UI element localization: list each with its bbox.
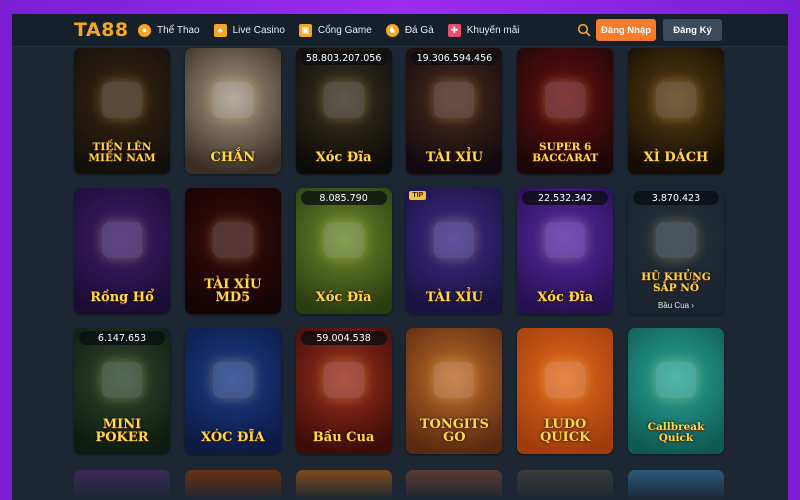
game-card-partial[interactable] (517, 470, 614, 500)
jackpot-counter: 3.870.423 (632, 191, 719, 205)
game-card[interactable]: Callbreak Quick (627, 328, 724, 454)
nav-label: Live Casino (232, 24, 285, 36)
game-card[interactable]: TÀI XỈU MD5 (184, 188, 281, 314)
game-title: Xóc Đĩa (537, 290, 594, 305)
game-artwork-icon (212, 362, 253, 398)
game-artwork-icon (655, 222, 696, 258)
game-card[interactable]: 8.085.790 Xóc Đĩa (295, 188, 392, 314)
game-artwork-icon (323, 82, 364, 118)
register-button[interactable]: Đăng Ký (663, 19, 722, 41)
nav-label: Khuyến mãi (466, 24, 520, 36)
game-grid: TIẾN LÊN MIỀN NAM CHẮN 58.803.207.056 Xóc Đ… (74, 48, 724, 454)
sports-ball-icon: ● (138, 23, 151, 37)
game-title: Callbreak Quick (647, 421, 705, 444)
nav-item-cong-game[interactable]: ▣ Cổng Game (298, 23, 372, 37)
nav-item-live-casino[interactable]: ♠ Live Casino (213, 23, 285, 37)
game-title: Xóc Đĩa (315, 290, 372, 305)
game-title: Rồng Hổ (90, 290, 154, 305)
game-artwork-icon (102, 222, 142, 258)
game-title: XÌ DÁCH (643, 150, 709, 165)
game-title: HŨ KHỦNG SẮP NỔ (641, 271, 711, 294)
game-card[interactable]: TIP TÀI XỈU (406, 188, 503, 314)
game-card[interactable]: 59.004.538 Bầu Cua (295, 328, 392, 454)
game-card-partial[interactable] (184, 470, 281, 500)
game-card[interactable]: XÓC ĐĨA (184, 328, 281, 454)
game-title: MINI POKER (95, 417, 149, 445)
game-card-partial[interactable] (406, 470, 503, 500)
game-artwork-icon (655, 82, 696, 118)
login-button[interactable]: Đăng Nhập (596, 19, 656, 41)
game-card-partial[interactable] (74, 470, 170, 500)
nav-item-khuyen-mai[interactable]: ✚ Khuyến mãi (447, 23, 520, 37)
game-card[interactable]: 6.147.653 MINI POKER (74, 328, 170, 454)
game-title: TIẾN LÊN MIỀN NAM (88, 141, 156, 164)
nav-label: Đá Gà (404, 24, 434, 36)
game-title: XÓC ĐĨA (201, 430, 265, 445)
game-title: TONGITS GO (419, 417, 489, 445)
game-card[interactable]: SUPER 6 BACCARAT (517, 48, 614, 174)
game-title: SUPER 6 BACCARAT (532, 141, 599, 164)
game-artwork-icon (655, 362, 696, 398)
game-title: CHẮN (210, 150, 256, 165)
game-title: Bầu Cua (312, 430, 375, 445)
game-artwork-icon (434, 82, 475, 118)
game-card-partial[interactable] (295, 470, 392, 500)
nav-item-da-ga[interactable]: ♞ Đá Gà (385, 23, 434, 37)
game-artwork-icon (323, 222, 364, 258)
game-artwork-icon (545, 222, 586, 258)
game-title: TÀI XỈU MD5 (204, 277, 262, 305)
cards-icon: ♠ (213, 23, 227, 37)
game-artwork-icon (102, 82, 142, 118)
game-badge: TIP (409, 191, 427, 200)
game-artwork-icon (102, 362, 142, 398)
app-frame: TA88 ● Thể Thao ♠ Live Casino ▣ Cổng Gam… (12, 14, 788, 500)
game-card[interactable]: XÌ DÁCH (627, 48, 724, 174)
game-card-partial[interactable] (628, 470, 724, 500)
game-card[interactable]: 19.306.594.456 TÀI XỈU (406, 48, 503, 174)
game-sub-link[interactable]: Bầu Cua › (628, 301, 724, 310)
game-artwork-icon (212, 222, 253, 258)
game-artwork-icon (434, 222, 475, 258)
main-nav: ● Thể Thao ♠ Live Casino ▣ Cổng Game ♞ Đ… (138, 14, 520, 46)
game-title: Xóc Đĩa (315, 150, 372, 165)
jackpot-counter: 22.532.342 (522, 191, 609, 205)
gift-icon: ✚ (447, 23, 461, 37)
game-artwork-icon (545, 82, 586, 118)
game-artwork-icon (323, 362, 364, 398)
game-title: TÀI XỈU (425, 150, 483, 165)
jackpot-counter: 6.147.653 (79, 331, 165, 345)
nav-label: Thể Thao (157, 24, 200, 36)
top-navigation-bar: TA88 ● Thể Thao ♠ Live Casino ▣ Cổng Gam… (12, 14, 788, 47)
game-card[interactable]: CHẮN (184, 48, 281, 174)
game-title: LUDO QUICK (539, 417, 591, 445)
jackpot-counter: 8.085.790 (300, 191, 387, 205)
jackpot-counter: 59.004.538 (300, 331, 387, 345)
game-card[interactable]: LUDO QUICK (517, 328, 614, 454)
nav-item-the-thao[interactable]: ● Thể Thao (138, 23, 200, 37)
game-card[interactable]: TIẾN LÊN MIỀN NAM (74, 48, 170, 174)
search-icon[interactable] (577, 23, 591, 37)
site-logo[interactable]: TA88 (74, 19, 129, 41)
game-card[interactable]: 58.803.207.056 Xóc Đĩa (295, 48, 392, 174)
game-artwork-icon (545, 362, 586, 398)
rooster-icon: ♞ (385, 23, 399, 37)
jackpot-counter: 58.803.207.056 (300, 51, 387, 65)
game-card[interactable]: Rồng Hổ (74, 188, 170, 314)
game-artwork-icon (212, 82, 253, 118)
game-card[interactable]: 3.870.423 HŨ KHỦNG SẮP NỔ Bầu Cua › (627, 188, 724, 314)
game-card[interactable]: 22.532.342 Xóc Đĩa (517, 188, 614, 314)
nav-label: Cổng Game (317, 24, 372, 36)
game-title: TÀI XỈU (425, 290, 483, 305)
jackpot-counter: 19.306.594.456 (411, 51, 498, 65)
game-grid-next-row (74, 470, 788, 500)
game-box-icon: ▣ (298, 23, 312, 37)
game-card[interactable]: TONGITS GO (406, 328, 503, 454)
game-artwork-icon (434, 362, 475, 398)
